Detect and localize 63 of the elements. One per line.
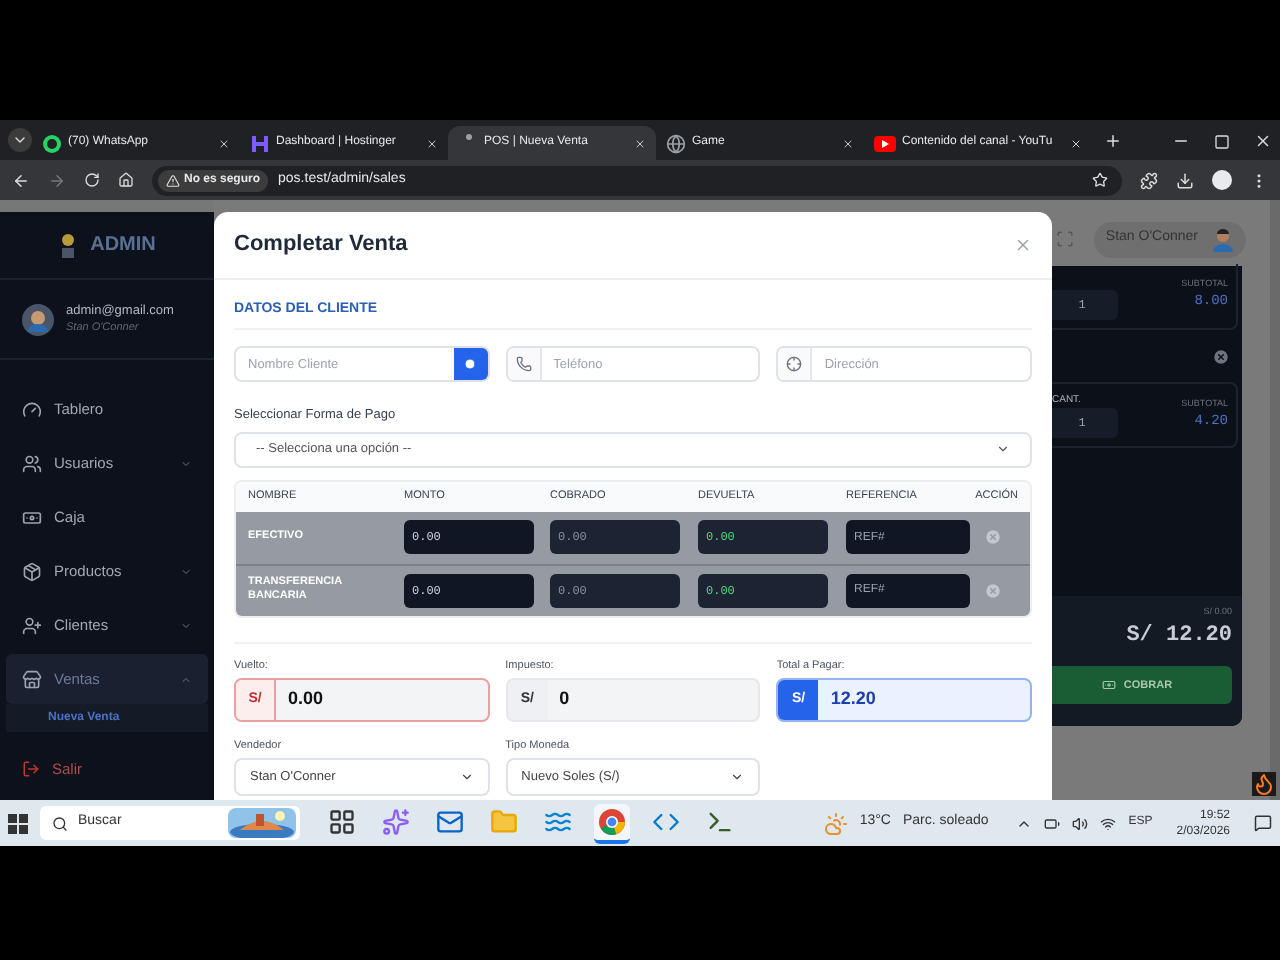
warning-icon — [166, 173, 180, 187]
terminal-icon[interactable] — [706, 807, 734, 835]
play-icon — [874, 135, 896, 151]
close-icon[interactable] — [218, 137, 230, 149]
modal-title: Completar Venta — [234, 230, 408, 261]
box-icon — [22, 561, 42, 581]
extensions-icon[interactable] — [1140, 171, 1158, 189]
logo-icon — [250, 133, 270, 153]
waves-icon[interactable] — [544, 807, 572, 835]
new-tab-icon[interactable] — [1104, 132, 1122, 150]
mail-icon[interactable] — [436, 807, 464, 835]
search-button[interactable] — [453, 348, 488, 380]
speaker-icon[interactable] — [1072, 815, 1089, 831]
caret-icon — [12, 132, 28, 148]
windows-icon[interactable] — [8, 813, 28, 833]
profile-avatar[interactable] — [1212, 170, 1232, 190]
home-icon[interactable] — [118, 172, 134, 188]
chevron-down-icon — [180, 457, 192, 469]
crosshair-icon — [786, 356, 803, 372]
logout-icon — [22, 760, 40, 778]
users-icon — [22, 453, 42, 473]
close-icon[interactable] — [634, 137, 646, 149]
gauge-icon — [22, 399, 42, 419]
dot-icon — [464, 358, 477, 370]
chevron-down-icon — [180, 565, 192, 577]
logo-icon — [58, 231, 79, 259]
maximize-icon[interactable] — [1214, 133, 1230, 149]
close-icon[interactable] — [842, 137, 854, 149]
store-icon — [22, 669, 42, 689]
chevron-up-icon — [180, 673, 192, 685]
search-icon — [52, 815, 68, 831]
brand-title: ADMIN — [90, 232, 156, 260]
forward-icon[interactable] — [48, 171, 66, 189]
user-plus-icon — [22, 615, 42, 635]
download-icon[interactable] — [1176, 171, 1194, 189]
wifi-icon[interactable] — [1100, 815, 1117, 831]
globe-icon — [666, 133, 686, 153]
bookmark-icon[interactable] — [1092, 172, 1108, 188]
flame-icon[interactable] — [1252, 772, 1276, 796]
task-view-icon[interactable] — [328, 807, 356, 835]
banknote-icon — [1101, 678, 1116, 693]
scrollbar[interactable] — [1270, 200, 1280, 800]
close-icon[interactable] — [426, 137, 438, 149]
caret-icon — [730, 770, 745, 785]
caret-icon — [459, 770, 474, 785]
phone-icon — [515, 356, 532, 372]
avatar — [22, 303, 54, 335]
back-icon[interactable] — [12, 171, 30, 189]
battery-icon[interactable] — [1044, 815, 1061, 831]
avatar — [1212, 227, 1234, 251]
sparkles-icon[interactable] — [382, 807, 410, 835]
tab-list-button[interactable] — [8, 128, 32, 152]
reload-icon[interactable] — [84, 172, 100, 188]
notification-icon[interactable] — [1254, 814, 1272, 832]
remove-icon[interactable] — [1212, 347, 1230, 365]
chevron-down-icon — [180, 619, 192, 631]
total-amount: S/ 12.20 — [1126, 621, 1232, 652]
caret-icon — [996, 442, 1010, 457]
browser-icon[interactable] — [598, 807, 626, 835]
close-icon[interactable] — [1070, 137, 1082, 149]
banknote-icon — [22, 507, 42, 527]
loading-icon — [465, 133, 471, 139]
chat-icon — [42, 133, 62, 153]
